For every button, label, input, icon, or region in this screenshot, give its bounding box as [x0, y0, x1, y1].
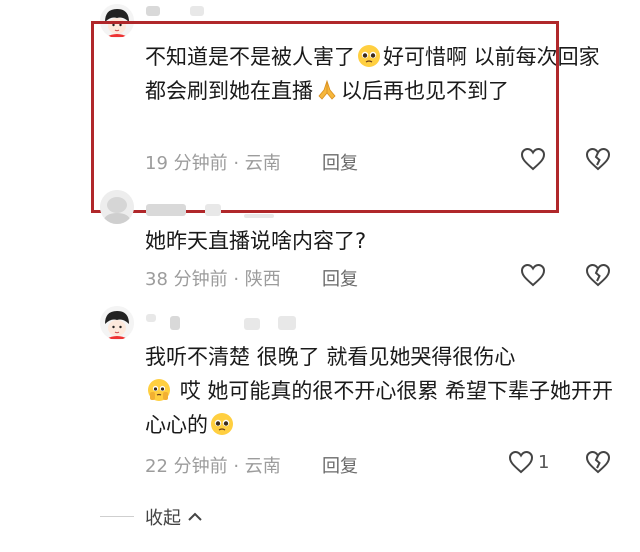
blurred-username	[244, 318, 260, 330]
collapse-replies-button[interactable]: 收起	[145, 504, 203, 530]
collapse-divider	[100, 516, 134, 517]
heart-outline-icon[interactable]	[520, 263, 546, 287]
blurred-username	[205, 204, 221, 216]
broken-heart-icon[interactable]	[585, 450, 611, 474]
blurred-username[interactable]	[146, 6, 160, 16]
blurred-username	[278, 316, 296, 330]
highlight-frame	[91, 21, 559, 213]
blurred-username	[244, 214, 274, 218]
comment-timestamp-location: 38 分钟前 · 陕西	[145, 269, 281, 290]
reply-button[interactable]: 回复	[322, 265, 358, 291]
blurred-username	[190, 6, 204, 16]
comment-text: 她昨天直播说啥内容了?	[145, 229, 367, 253]
like-count: 1	[538, 452, 550, 473]
reply-button[interactable]: 回复	[322, 452, 358, 478]
pleading-face-emoji	[211, 413, 233, 435]
blurred-username[interactable]	[146, 204, 186, 216]
comment-timestamp-location: 22 分钟前 · 云南	[145, 456, 281, 477]
comment-text-part: 我听不清楚 很晚了 就看见她哭得很伤心	[145, 345, 516, 369]
comment-text: 我听不清楚 很晚了 就看见她哭得很伤心 哎 她可能真的很不开心很累 希望下辈子她…	[145, 340, 615, 442]
heart-outline-icon[interactable]	[508, 450, 534, 474]
blurred-username	[170, 316, 180, 330]
chevron-up-icon	[188, 512, 202, 521]
avatar[interactable]	[100, 306, 134, 340]
broken-heart-icon[interactable]	[585, 263, 611, 287]
face-holding-back-tears-emoji	[148, 379, 170, 401]
blurred-username[interactable]	[146, 314, 156, 322]
blurred-avatar-icon	[100, 190, 134, 224]
cartoon-girl-avatar-icon	[100, 306, 134, 340]
broken-heart-icon[interactable]	[585, 147, 611, 171]
collapse-label: 收起	[145, 508, 181, 529]
avatar[interactable]	[100, 190, 134, 224]
